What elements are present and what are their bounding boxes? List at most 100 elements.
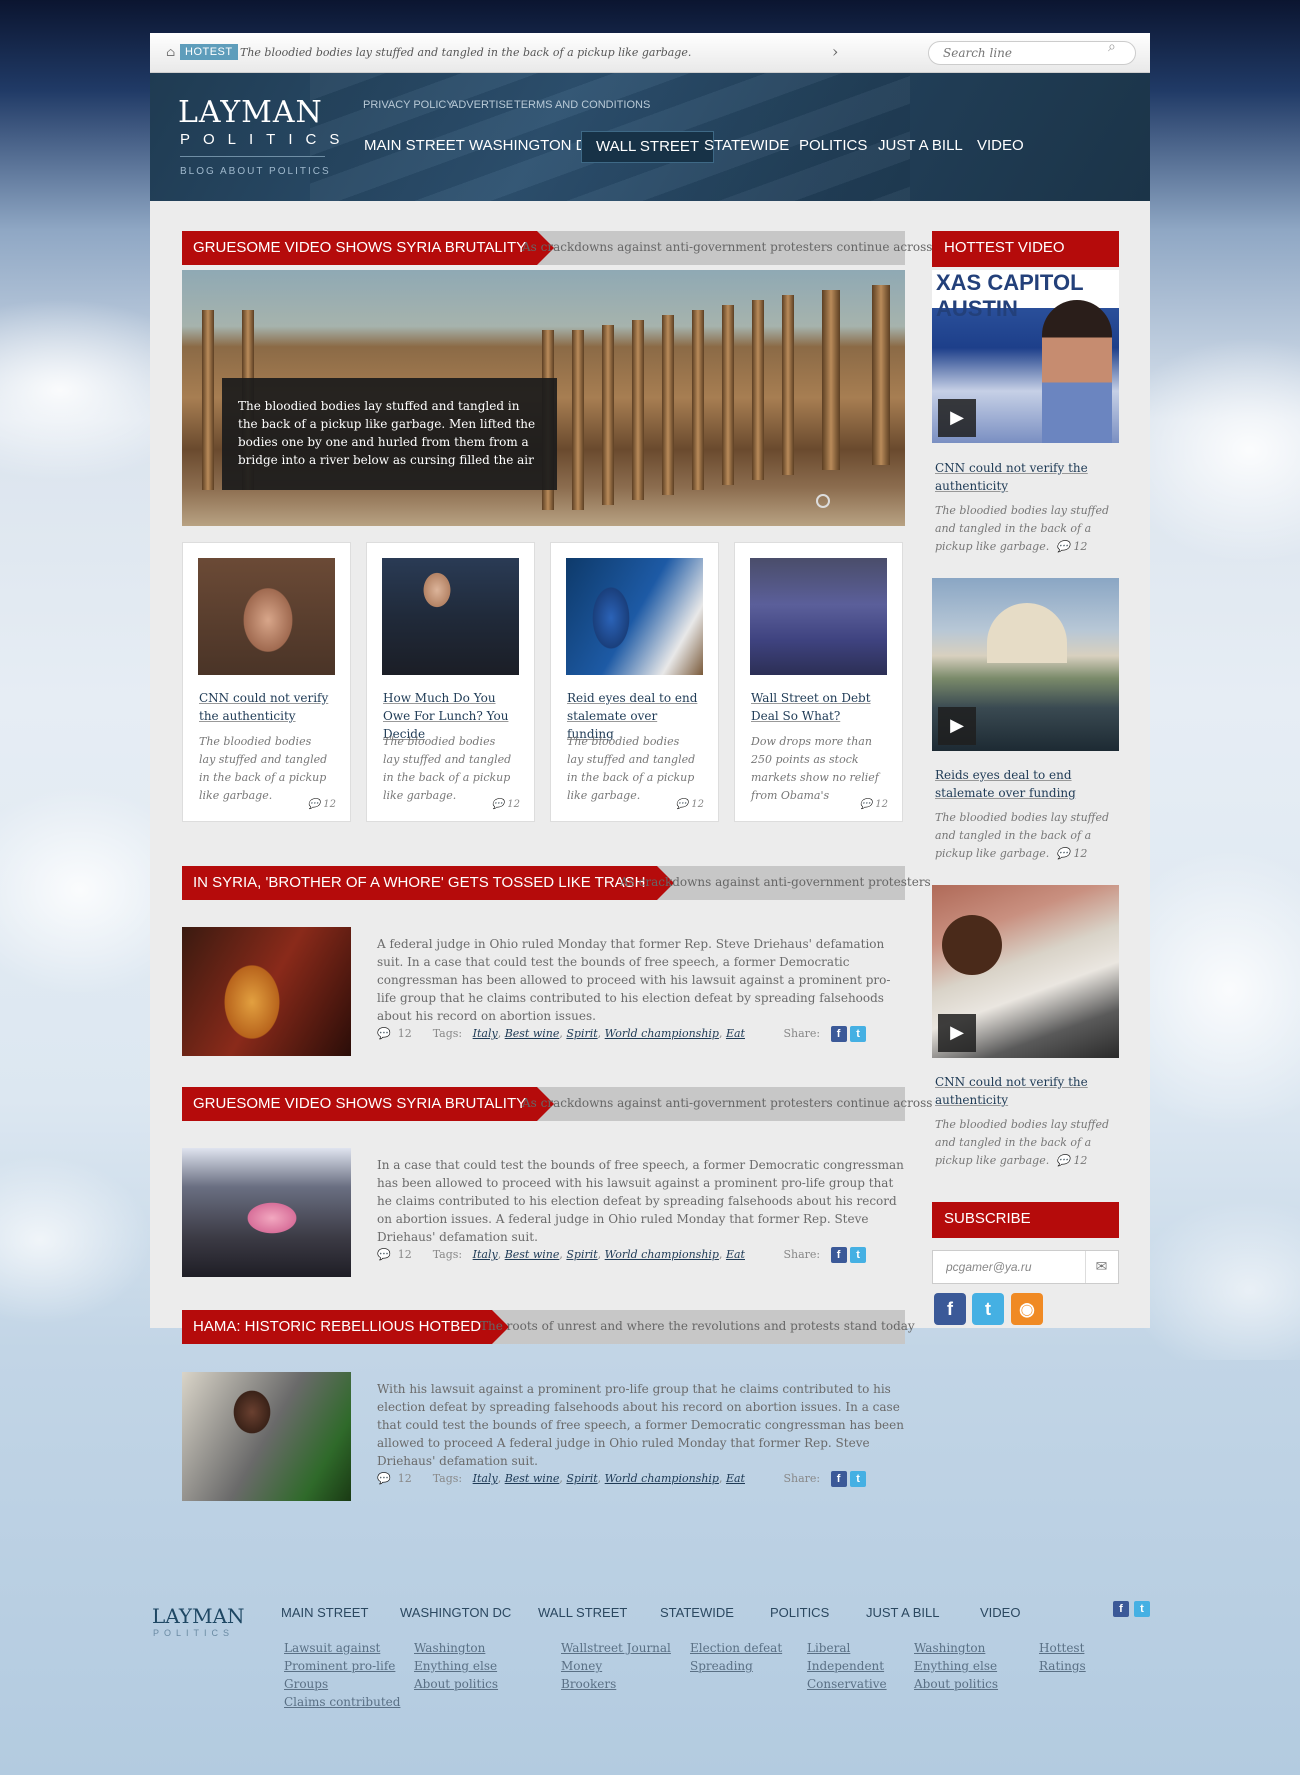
- footer-logo[interactable]: LAYMAN: [152, 1604, 245, 1628]
- footer-link[interactable]: Enything else: [914, 1657, 998, 1675]
- privacy-policy-link[interactable]: PRIVACY POLICY: [363, 99, 454, 111]
- play-icon[interactable]: ▶: [938, 1014, 976, 1052]
- card-image[interactable]: [382, 558, 519, 675]
- article-headline[interactable]: GRUESOME VIDEO SHOWS SYRIA BRUTALITY: [182, 1087, 555, 1121]
- footer-link[interactable]: Independent: [807, 1657, 887, 1675]
- home-icon[interactable]: ⌂: [166, 45, 175, 59]
- footer-link[interactable]: Election defeat: [690, 1639, 782, 1657]
- article-headline[interactable]: IN SYRIA, 'BROTHER OF A WHORE' GETS TOSS…: [182, 866, 673, 900]
- video-thumbnail[interactable]: XAS CAPITOL AUSTIN ▶: [932, 270, 1119, 443]
- nav-just-a-bill[interactable]: JUST A BILL: [878, 131, 963, 163]
- footer-nav-main-street[interactable]: MAIN STREET: [281, 1605, 368, 1620]
- search-icon[interactable]: ⌕: [1108, 39, 1116, 55]
- footer-nav-wall-street[interactable]: WALL STREET: [538, 1605, 627, 1620]
- logo-tagline: BLOG ABOUT POLITICS: [180, 166, 331, 177]
- tag-link[interactable]: Eat: [726, 1248, 745, 1261]
- news-card[interactable]: Wall Street on Debt Deal So What? Dow dr…: [734, 542, 903, 822]
- search-input[interactable]: [928, 41, 1136, 65]
- footer-link[interactable]: Wallstreet Journal: [561, 1639, 671, 1657]
- footer-link[interactable]: Claims contributed: [284, 1693, 400, 1711]
- footer-link[interactable]: Groups: [284, 1675, 400, 1693]
- card-image[interactable]: [750, 558, 887, 675]
- footer-link[interactable]: Brookers: [561, 1675, 671, 1693]
- tag-link[interactable]: World championship: [605, 1027, 719, 1040]
- footer-link[interactable]: About politics: [914, 1675, 998, 1693]
- footer-link[interactable]: Ratings: [1039, 1657, 1086, 1675]
- footer-facebook-icon[interactable]: f: [1113, 1601, 1129, 1617]
- footer-link[interactable]: Liberal: [807, 1639, 887, 1657]
- card-image[interactable]: [566, 558, 703, 675]
- article-image[interactable]: [182, 1148, 351, 1277]
- nav-washington-dc[interactable]: WASHINGTON DC: [469, 131, 597, 163]
- footer-nav-washington-dc[interactable]: WASHINGTON DC: [400, 1605, 511, 1620]
- footer-link[interactable]: Conservative: [807, 1675, 887, 1693]
- featured-headline[interactable]: GRUESOME VIDEO SHOWS SYRIA BRUTALITY: [182, 231, 555, 265]
- tag-link[interactable]: Spirit: [566, 1472, 597, 1485]
- tag-link[interactable]: Italy: [473, 1027, 498, 1040]
- footer-link[interactable]: Washington: [414, 1639, 498, 1657]
- facebook-share-icon[interactable]: f: [830, 1247, 847, 1263]
- video-title[interactable]: CNN could not verify the authenticity: [935, 459, 1115, 495]
- video-thumbnail[interactable]: ▶: [932, 578, 1119, 751]
- footer-link[interactable]: Spreading: [690, 1657, 782, 1675]
- twitter-icon[interactable]: t: [972, 1293, 1004, 1325]
- footer-nav-video[interactable]: VIDEO: [980, 1605, 1020, 1620]
- tag-link[interactable]: Italy: [473, 1248, 498, 1261]
- tag-link[interactable]: Best wine: [505, 1027, 560, 1040]
- play-icon[interactable]: ▶: [938, 399, 976, 437]
- nav-video[interactable]: VIDEO: [977, 131, 1024, 163]
- advertise-link[interactable]: ADVERTISE: [451, 99, 513, 111]
- article-image[interactable]: [182, 927, 351, 1056]
- video-thumbnail[interactable]: ▶: [932, 885, 1119, 1058]
- facebook-share-icon[interactable]: f: [830, 1026, 847, 1042]
- card-title[interactable]: Wall Street on Debt Deal So What?: [751, 689, 891, 725]
- tag-link[interactable]: Best wine: [505, 1472, 560, 1485]
- news-ticker[interactable]: The bloodied bodies lay stuffed and tang…: [240, 46, 691, 59]
- terms-link[interactable]: TERMS AND CONDITIONS: [514, 99, 650, 111]
- tag-link[interactable]: Best wine: [505, 1248, 560, 1261]
- video-title[interactable]: Reids eyes deal to end stalemate over fu…: [935, 766, 1115, 802]
- footer-link[interactable]: Hottest: [1039, 1639, 1086, 1657]
- nav-main-street[interactable]: MAIN STREET: [364, 131, 465, 163]
- twitter-share-icon[interactable]: t: [850, 1471, 867, 1487]
- article-headline[interactable]: HAMA: HISTORIC REBELLIOUS HOTBED: [182, 1310, 510, 1344]
- footer-link[interactable]: Money: [561, 1657, 671, 1675]
- nav-statewide[interactable]: STATEWIDE: [704, 131, 789, 163]
- tag-link[interactable]: Italy: [473, 1472, 498, 1485]
- news-card[interactable]: How Much Do You Owe For Lunch? You Decid…: [366, 542, 535, 822]
- footer-nav-just-a-bill[interactable]: JUST A BILL: [866, 1605, 939, 1620]
- footer-twitter-icon[interactable]: t: [1134, 1601, 1150, 1617]
- footer-nav-statewide[interactable]: STATEWIDE: [660, 1605, 734, 1620]
- card-title[interactable]: CNN could not verify the authenticity: [199, 689, 339, 725]
- article-image[interactable]: [182, 1372, 351, 1501]
- logo-title[interactable]: LAYMAN: [178, 95, 323, 130]
- footer-link[interactable]: Prominent pro-life: [284, 1657, 400, 1675]
- news-card[interactable]: Reid eyes deal to end stalemate over fun…: [550, 542, 719, 822]
- news-card[interactable]: CNN could not verify the authenticity Th…: [182, 542, 351, 822]
- tag-link[interactable]: Eat: [726, 1027, 745, 1040]
- footer-link[interactable]: Enything else: [414, 1657, 498, 1675]
- ticker-next-icon[interactable]: ›: [832, 42, 838, 61]
- nav-politics[interactable]: POLITICS: [799, 131, 867, 163]
- video-title[interactable]: CNN could not verify the authenticity: [935, 1073, 1115, 1109]
- footer-link[interactable]: Washington: [914, 1639, 998, 1657]
- tag-link[interactable]: World championship: [605, 1472, 719, 1485]
- rss-icon[interactable]: ◉: [1011, 1293, 1043, 1325]
- nav-wall-street[interactable]: WALL STREET: [581, 131, 715, 163]
- tag-link[interactable]: World championship: [605, 1248, 719, 1261]
- facebook-icon[interactable]: f: [934, 1293, 966, 1325]
- mail-icon[interactable]: ✉: [1085, 1251, 1117, 1283]
- tag-link[interactable]: Spirit: [566, 1248, 597, 1261]
- footer-link[interactable]: About politics: [414, 1675, 498, 1693]
- card-image[interactable]: [198, 558, 335, 675]
- slider-dot[interactable]: [816, 494, 830, 508]
- footer-nav-politics[interactable]: POLITICS: [770, 1605, 829, 1620]
- twitter-share-icon[interactable]: t: [850, 1026, 867, 1042]
- facebook-share-icon[interactable]: f: [830, 1471, 847, 1487]
- tag-link[interactable]: Eat: [726, 1472, 745, 1485]
- twitter-share-icon[interactable]: t: [850, 1247, 867, 1263]
- hot-label: HOTEST: [180, 44, 238, 60]
- tag-link[interactable]: Spirit: [566, 1027, 597, 1040]
- play-icon[interactable]: ▶: [938, 707, 976, 745]
- footer-link[interactable]: Lawsuit against: [284, 1639, 400, 1657]
